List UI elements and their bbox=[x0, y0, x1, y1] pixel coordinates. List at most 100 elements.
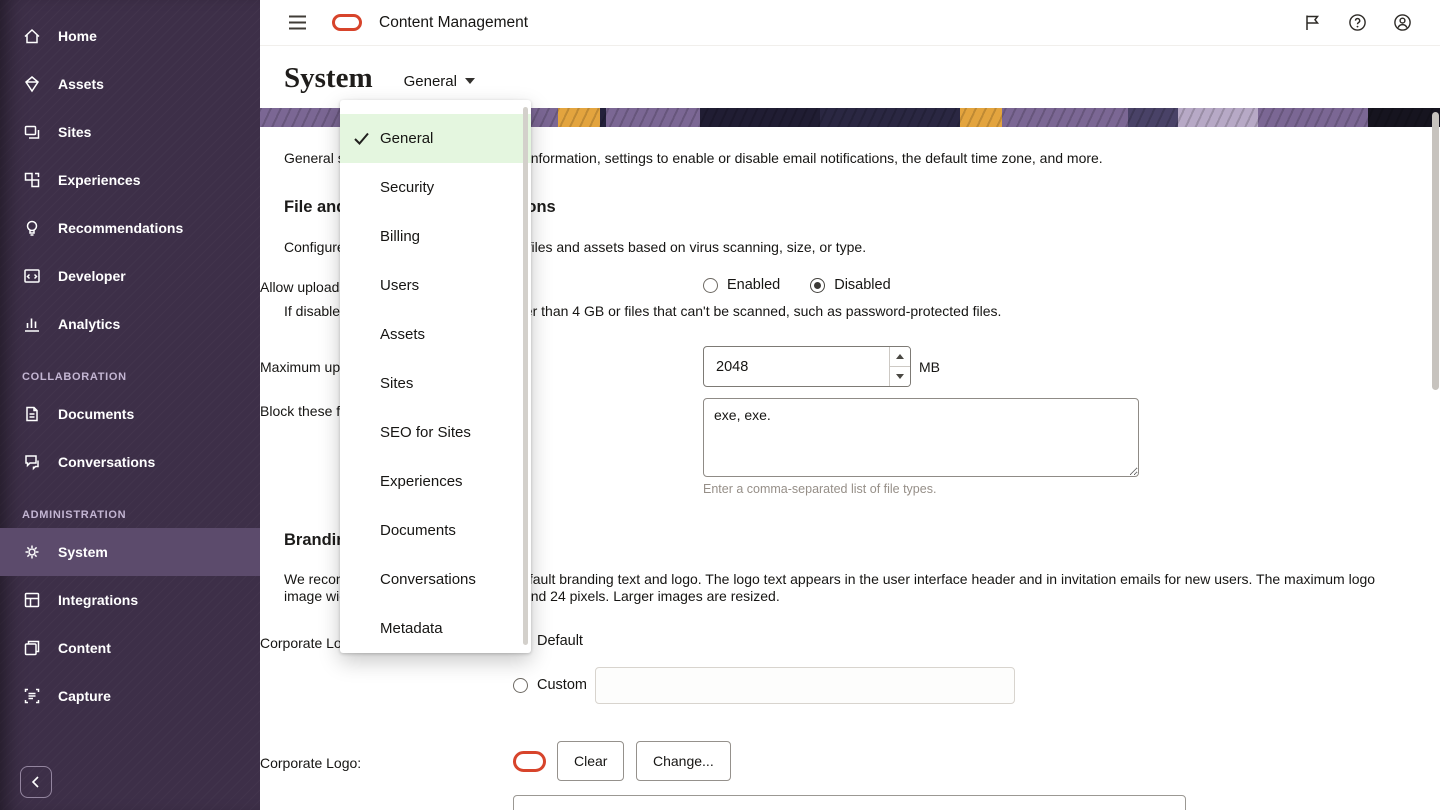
sidebar-item-label: Integrations bbox=[58, 592, 139, 608]
sidebar-item-label: Capture bbox=[58, 688, 111, 704]
radio-disabled[interactable]: Disabled bbox=[810, 277, 891, 293]
radio-enabled-control[interactable] bbox=[703, 277, 718, 293]
sidebar-item-assets[interactable]: Assets bbox=[0, 60, 260, 108]
menu-item-general[interactable]: General bbox=[340, 114, 531, 163]
oracle-logo bbox=[332, 14, 362, 31]
sidebar-item-developer[interactable]: Developer bbox=[0, 252, 260, 300]
page-title: System bbox=[284, 61, 373, 94]
page-scrollbar[interactable] bbox=[1432, 112, 1439, 390]
menu-item-users[interactable]: Users bbox=[340, 261, 531, 310]
spinner-up-button[interactable] bbox=[890, 347, 910, 366]
sidebar-item-label: System bbox=[58, 544, 108, 560]
menu-item-label: Sites bbox=[380, 375, 414, 392]
sidebar-item-label: Assets bbox=[58, 76, 104, 92]
menu-item-metadata[interactable]: Metadata bbox=[340, 604, 531, 653]
menu-item-experiences[interactable]: Experiences bbox=[340, 457, 531, 506]
menu-item-sites[interactable]: Sites bbox=[340, 359, 531, 408]
menu-item-documents[interactable]: Documents bbox=[340, 506, 531, 555]
max-size-spinner bbox=[703, 346, 911, 387]
menu-item-label: Security bbox=[380, 179, 435, 196]
radio-default-label: Default bbox=[537, 633, 583, 649]
gear-icon bbox=[22, 542, 42, 562]
corporate-logo-label: Corporate Logo: bbox=[260, 755, 362, 771]
app-window: Home Assets Sites Experiences Recommenda… bbox=[0, 0, 1440, 810]
sidebar-item-label: Developer bbox=[58, 268, 126, 284]
code-icon bbox=[22, 266, 42, 286]
lightbulb-icon bbox=[22, 218, 42, 238]
chat-icon bbox=[22, 452, 42, 472]
top-bar: Content Management bbox=[260, 0, 1440, 46]
sidebar-item-label: Content bbox=[58, 640, 111, 656]
settings-scope-dropdown[interactable]: General bbox=[404, 73, 475, 90]
radio-disabled-control[interactable] bbox=[810, 277, 826, 293]
menu-item-label: Metadata bbox=[380, 620, 443, 637]
corporate-logo-image bbox=[513, 751, 546, 772]
sidebar: Home Assets Sites Experiences Recommenda… bbox=[0, 0, 260, 810]
radio-enabled-label: Enabled bbox=[727, 277, 781, 293]
virus-scan-radio-group: Enabled Disabled bbox=[703, 277, 891, 293]
page-header: System General bbox=[260, 46, 1440, 108]
hamburger-menu-icon[interactable] bbox=[288, 15, 307, 30]
experiences-icon bbox=[22, 170, 42, 190]
block-types-textarea[interactable]: exe, exe. bbox=[703, 398, 1139, 477]
radio-custom-control[interactable] bbox=[513, 677, 528, 693]
menu-item-assets[interactable]: Assets bbox=[340, 310, 531, 359]
menu-item-label: Users bbox=[380, 277, 420, 294]
chevron-down-icon bbox=[464, 78, 475, 84]
logo-preview-box bbox=[513, 795, 1186, 810]
help-icon[interactable] bbox=[1348, 13, 1367, 32]
flag-icon[interactable] bbox=[1303, 13, 1322, 32]
sidebar-item-analytics[interactable]: Analytics bbox=[0, 300, 260, 348]
bar-chart-icon bbox=[22, 314, 42, 334]
menu-item-label: Billing bbox=[380, 228, 421, 245]
change-logo-button[interactable]: Change... bbox=[636, 741, 731, 781]
sites-icon bbox=[22, 122, 42, 142]
sidebar-item-home[interactable]: Home bbox=[0, 12, 260, 60]
sidebar-item-conversations[interactable]: Conversations bbox=[0, 438, 260, 486]
custom-logo-text-input[interactable] bbox=[595, 667, 1015, 704]
menu-scrollbar[interactable] bbox=[523, 107, 528, 645]
menu-item-conversations[interactable]: Conversations bbox=[340, 555, 531, 604]
max-size-unit: MB bbox=[919, 359, 940, 375]
sidebar-collapse-button[interactable] bbox=[20, 766, 52, 798]
sidebar-item-documents[interactable]: Documents bbox=[0, 390, 260, 438]
sidebar-item-content[interactable]: Content bbox=[0, 624, 260, 672]
sidebar-section-administration: ADMINISTRATION bbox=[22, 509, 127, 521]
menu-item-label: Documents bbox=[380, 522, 456, 539]
menu-item-billing[interactable]: Billing bbox=[340, 212, 531, 261]
sidebar-item-label: Analytics bbox=[58, 316, 121, 332]
menu-item-seo-for-sites[interactable]: SEO for Sites bbox=[340, 408, 531, 457]
sidebar-item-system[interactable]: System bbox=[0, 528, 260, 576]
sidebar-item-sites[interactable]: Sites bbox=[0, 108, 260, 156]
sidebar-item-recommendations[interactable]: Recommendations bbox=[0, 204, 260, 252]
menu-item-label: Conversations bbox=[380, 571, 476, 588]
sidebar-item-label: Home bbox=[58, 28, 97, 44]
spinner-down-button[interactable] bbox=[890, 366, 910, 386]
radio-enabled[interactable]: Enabled bbox=[703, 277, 780, 293]
topbar-actions bbox=[1303, 13, 1412, 32]
radio-disabled-label: Disabled bbox=[834, 277, 891, 293]
sidebar-item-label: Experiences bbox=[58, 172, 141, 188]
sidebar-item-label: Conversations bbox=[58, 454, 156, 470]
home-icon bbox=[22, 26, 42, 46]
settings-scope-menu: General Security Billing Users Assets Si… bbox=[340, 100, 531, 653]
triangle-up-icon bbox=[896, 354, 904, 359]
spinner-controls bbox=[889, 347, 910, 386]
sidebar-item-label: Documents bbox=[58, 406, 135, 422]
sidebar-item-experiences[interactable]: Experiences bbox=[0, 156, 260, 204]
menu-item-security[interactable]: Security bbox=[340, 163, 531, 212]
chevron-left-icon bbox=[31, 776, 41, 788]
app-title: Content Management bbox=[379, 13, 529, 31]
radio-custom-label: Custom bbox=[537, 677, 587, 693]
max-size-input[interactable] bbox=[704, 347, 889, 386]
content-icon bbox=[22, 638, 42, 658]
menu-item-label: General bbox=[380, 130, 434, 147]
clear-logo-button[interactable]: Clear bbox=[557, 741, 625, 781]
sidebar-item-integrations[interactable]: Integrations bbox=[0, 576, 260, 624]
sidebar-section-collaboration: COLLABORATION bbox=[22, 371, 127, 383]
sidebar-item-capture[interactable]: Capture bbox=[0, 672, 260, 720]
sidebar-nav: Home Assets Sites Experiences Recommenda… bbox=[0, 0, 260, 720]
user-account-icon[interactable] bbox=[1393, 13, 1412, 32]
radio-custom[interactable]: Custom bbox=[513, 677, 587, 693]
integrations-icon bbox=[22, 590, 42, 610]
